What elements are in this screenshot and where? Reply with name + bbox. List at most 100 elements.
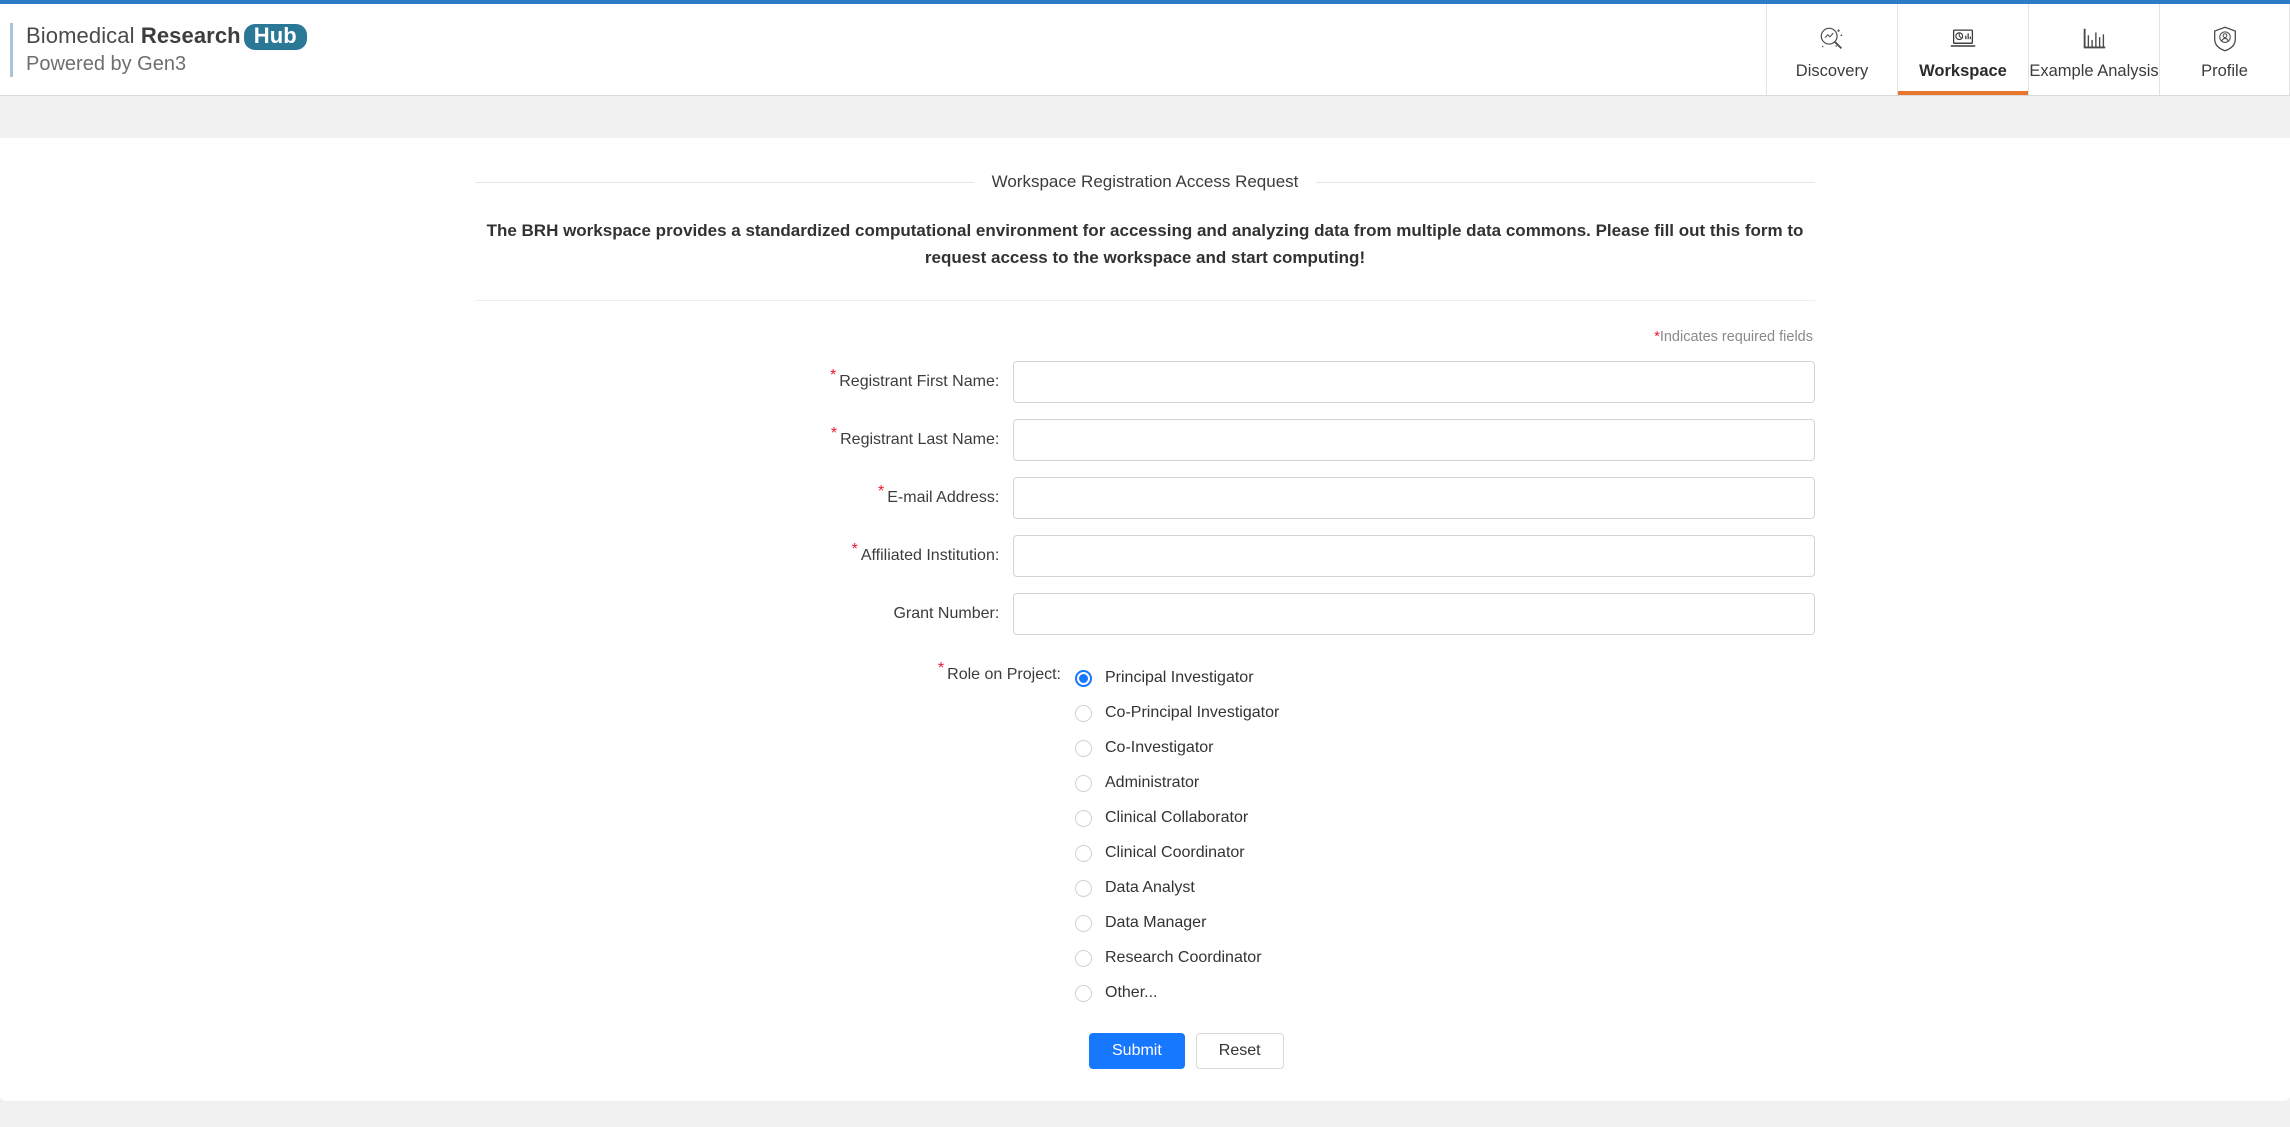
- radio-label: Principal Investigator: [1105, 669, 1254, 687]
- required-star: *: [830, 424, 838, 442]
- radio-option-data-analyst[interactable]: Data Analyst: [1075, 871, 1279, 906]
- page-title: Workspace Registration Access Request: [991, 172, 1299, 191]
- form-description: The BRH workspace provides a standardize…: [486, 221, 1804, 267]
- radio-label: Data Manager: [1105, 914, 1207, 932]
- label-text: Grant Number: [893, 604, 995, 622]
- label-colon: :: [994, 488, 1000, 506]
- radio-option-administrator[interactable]: Administrator: [1075, 766, 1279, 801]
- radio-mark-icon: [1075, 774, 1092, 792]
- logo-accent-bar: [10, 22, 13, 77]
- label-colon: :: [994, 546, 1000, 564]
- radio-option-data-manager[interactable]: Data Manager: [1075, 906, 1279, 941]
- radio-label: Data Analyst: [1105, 879, 1195, 897]
- brand-word-biomedical: Biomedical: [26, 22, 141, 48]
- main-navigation: Discovery Workspace Example Analysis Pro…: [1766, 4, 2290, 95]
- registrant-first-name-input[interactable]: [1013, 360, 1815, 403]
- nav-item-workspace[interactable]: Workspace: [1897, 4, 2028, 95]
- form-legend: Workspace Registration Access Request: [475, 172, 1815, 192]
- required-note-text: Indicates required fields: [1659, 328, 1813, 345]
- radio-label: Clinical Collaborator: [1105, 809, 1249, 827]
- required-star: *: [830, 366, 837, 384]
- label-text: Registrant First Name: [839, 372, 995, 390]
- radio-mark-icon: [1075, 949, 1092, 967]
- radio-label: Co-Principal Investigator: [1105, 704, 1280, 722]
- nav-item-profile[interactable]: Profile: [2159, 4, 2290, 95]
- nav-label-workspace: Workspace: [1919, 62, 2007, 80]
- legend-rule-left: [475, 181, 974, 183]
- workspace-laptop-icon: [1948, 22, 1978, 56]
- required-star: *: [937, 659, 945, 677]
- brand-logo[interactable]: Biomedical Research Hub Powered by Gen3: [0, 4, 307, 95]
- label-registrant-first-name: * Registrant First Name:: [475, 361, 1013, 403]
- radio-label: Research Coordinator: [1105, 949, 1262, 967]
- field-row-grant-number: Grant Number:: [475, 592, 1815, 635]
- label-affiliated-institution: * Affiliated Institution:: [475, 535, 1013, 577]
- field-row-registrant-last-name: * Registrant Last Name:: [475, 418, 1815, 461]
- label-colon: :: [1056, 665, 1061, 683]
- radio-label: Other...: [1105, 984, 1158, 1002]
- label-text: E-mail Address: [887, 488, 995, 506]
- brand-hub-badge: Hub: [243, 23, 307, 50]
- label-text: Registrant Last Name: [840, 430, 995, 448]
- radio-mark-icon: [1075, 739, 1092, 757]
- affiliated-institution-input[interactable]: [1013, 534, 1815, 577]
- header-content-gap: [0, 96, 2290, 138]
- radio-option-principal-investigator[interactable]: Principal Investigator: [1075, 661, 1279, 696]
- radio-mark-icon: [1075, 879, 1092, 897]
- field-row-email-address: * E-mail Address:: [475, 476, 1815, 519]
- radio-option-other[interactable]: Other...: [1075, 976, 1279, 1011]
- label-role-on-project: * Role on Project:: [475, 657, 1075, 692]
- radio-label: Administrator: [1105, 774, 1200, 792]
- shield-person-icon: [2210, 22, 2240, 56]
- registrant-last-name-input[interactable]: [1013, 418, 1815, 461]
- field-row-role-on-project: * Role on Project: Principal Investigator…: [475, 657, 1815, 1011]
- email-address-input[interactable]: [1013, 476, 1815, 519]
- legend-rule-right: [1316, 181, 1815, 183]
- radio-option-clinical-collaborator[interactable]: Clinical Collaborator: [1075, 801, 1279, 836]
- label-text: Role on Project: [947, 665, 1057, 683]
- nav-item-discovery[interactable]: Discovery: [1766, 4, 1897, 95]
- grant-number-input[interactable]: [1013, 592, 1815, 635]
- label-registrant-last-name: * Registrant Last Name:: [475, 419, 1013, 461]
- radio-option-co-investigator[interactable]: Co-Investigator: [1075, 731, 1279, 766]
- label-email-address: * E-mail Address:: [475, 477, 1013, 519]
- radio-option-research-coordinator[interactable]: Research Coordinator: [1075, 941, 1279, 976]
- required-fields-note: *Indicates required fields: [475, 329, 1815, 345]
- nav-item-example-analysis[interactable]: Example Analysis: [2028, 4, 2159, 95]
- label-grant-number: Grant Number:: [475, 593, 1013, 635]
- label-colon: :: [994, 372, 1000, 390]
- bar-chart-icon: [2079, 22, 2109, 56]
- form-actions: Submit Reset: [1075, 1032, 1815, 1069]
- radio-mark-icon: [1075, 844, 1092, 862]
- submit-button[interactable]: Submit: [1089, 1032, 1185, 1069]
- role-on-project-radio-group: Principal Investigator Co-Principal Inve…: [1075, 657, 1279, 1011]
- brand-subtitle: Powered by Gen3: [26, 52, 187, 75]
- label-text: Affiliated Institution: [860, 546, 995, 564]
- section-divider: [475, 299, 1815, 301]
- nav-label-profile: Profile: [2201, 62, 2248, 80]
- discovery-magnifier-icon: [1817, 22, 1847, 56]
- radio-mark-icon: [1075, 914, 1092, 932]
- radio-label: Co-Investigator: [1105, 739, 1214, 757]
- required-star: *: [851, 540, 858, 558]
- label-colon: :: [994, 604, 1000, 622]
- app-header: Biomedical Research Hub Powered by Gen3 D…: [0, 4, 2290, 96]
- required-star: *: [878, 482, 885, 500]
- radio-mark-icon: [1075, 669, 1092, 687]
- registration-form: Workspace Registration Access Request Th…: [475, 172, 1815, 1069]
- field-row-registrant-first-name: * Registrant First Name:: [475, 360, 1815, 403]
- radio-label: Clinical Coordinator: [1105, 844, 1245, 862]
- brand-word-research: Research: [140, 22, 241, 48]
- nav-label-discovery: Discovery: [1795, 62, 1869, 80]
- registration-page: Workspace Registration Access Request Th…: [0, 138, 2290, 1101]
- radio-option-clinical-coordinator[interactable]: Clinical Coordinator: [1075, 836, 1279, 871]
- radio-mark-icon: [1075, 984, 1092, 1002]
- label-colon: :: [994, 430, 1000, 448]
- field-row-affiliated-institution: * Affiliated Institution:: [475, 534, 1815, 577]
- nav-label-example-analysis: Example Analysis: [2029, 62, 2159, 80]
- radio-mark-icon: [1075, 704, 1092, 722]
- reset-button[interactable]: Reset: [1195, 1032, 1284, 1069]
- radio-mark-icon: [1075, 809, 1092, 827]
- radio-option-co-principal-investigator[interactable]: Co-Principal Investigator: [1075, 696, 1279, 731]
- brand-title: Biomedical Research Hub: [26, 23, 307, 50]
